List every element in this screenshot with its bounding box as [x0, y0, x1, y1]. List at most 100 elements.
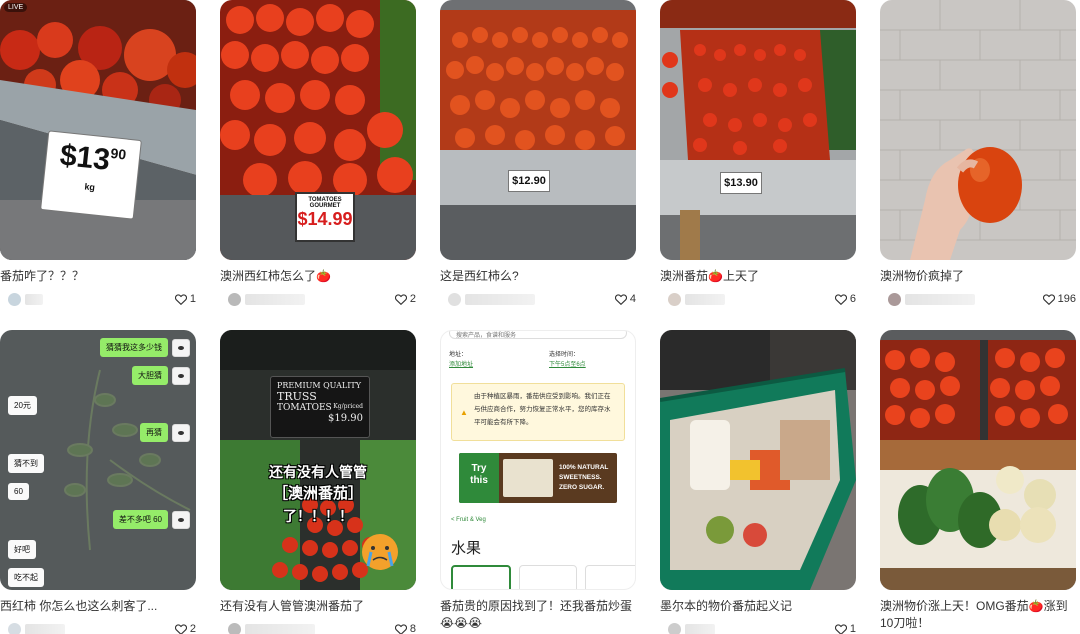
author[interactable] — [228, 622, 315, 634]
avatar[interactable] — [448, 292, 461, 306]
post-title[interactable]: 还有没有人管管澳洲番茄了 — [220, 598, 416, 615]
post-image[interactable] — [880, 0, 1076, 260]
post-title[interactable]: 澳洲西红柿怎么了🍅 — [220, 268, 416, 285]
post-meta: 2 — [228, 291, 416, 307]
avatar[interactable] — [888, 292, 901, 306]
heart-icon — [834, 293, 847, 305]
post-meta: 4 — [448, 291, 636, 307]
username-blur[interactable] — [25, 623, 65, 634]
avatar — [172, 510, 190, 529]
product-tile — [519, 565, 577, 589]
post-title[interactable]: 墨尔本的物价番茄起义记 — [660, 598, 856, 615]
author[interactable] — [448, 292, 535, 306]
product-tile — [451, 565, 511, 589]
chat-message: 大胆猜 — [132, 366, 190, 385]
heart-icon — [394, 623, 407, 634]
heart-icon — [174, 623, 187, 634]
author[interactable] — [8, 622, 65, 634]
author[interactable] — [668, 622, 715, 634]
like-button[interactable]: 2 — [394, 293, 416, 305]
author[interactable] — [8, 292, 43, 306]
post-image[interactable]: LIVE $1390 kg — [0, 0, 196, 260]
username-blur[interactable] — [685, 623, 715, 634]
chat-message: 20元 — [8, 396, 37, 415]
post-image[interactable] — [880, 330, 1076, 590]
like-button[interactable]: 2 — [174, 623, 196, 634]
avatar[interactable] — [228, 622, 241, 634]
avatar[interactable] — [8, 622, 21, 634]
post-title[interactable]: 番茄贵的原因找到了！还我番茄炒蛋😭😭😭 — [440, 598, 636, 632]
live-badge: LIVE — [4, 3, 28, 12]
like-button[interactable]: 1 — [834, 623, 856, 634]
heart-icon — [174, 293, 187, 305]
post-image[interactable]: $13.90 — [660, 0, 856, 260]
post-image[interactable]: TOMATOES GOURMET $14.99 — [220, 0, 416, 260]
username-blur[interactable] — [245, 293, 305, 305]
price-board: PREMIUM QUALITY TRUSS TOMATOES Kg/priced… — [270, 376, 370, 438]
heart-icon — [1042, 293, 1055, 305]
like-button[interactable]: 8 — [394, 623, 416, 634]
username-blur[interactable] — [905, 293, 975, 305]
author[interactable] — [668, 292, 725, 306]
chat-message: 60 — [8, 483, 29, 500]
like-button[interactable]: 6 — [834, 293, 856, 305]
username-blur[interactable] — [245, 623, 315, 634]
post-image[interactable]: 猜猜我这多少钱 大胆猜 20元 再猜 猜不到 60 差不多吧 60 好吧 吃不起 — [0, 330, 196, 590]
avatar — [172, 338, 190, 357]
chat-message: 猜不到 — [8, 454, 44, 473]
price-tag: $13.90 — [720, 172, 762, 194]
breadcrumb: < Fruit & Veg — [451, 517, 486, 523]
avatar[interactable] — [8, 292, 21, 306]
like-count: 196 — [1057, 293, 1076, 305]
like-count: 2 — [189, 623, 196, 634]
post-title[interactable]: 澳洲番茄🍅上天了 — [660, 268, 856, 285]
avatar[interactable] — [668, 292, 681, 306]
username-blur[interactable] — [685, 293, 725, 305]
post-title[interactable]: 西红柿 你怎么也这么刺客了... — [0, 598, 196, 615]
post-title[interactable]: 这是西红柿么? — [440, 268, 636, 285]
chat-message: 再猜 — [140, 423, 190, 442]
post-card[interactable]: TOMATOES GOURMET $14.99 澳洲西红柿怎么了🍅 2 — [220, 0, 416, 306]
post-card[interactable]: 墨尔本的物价番茄起义记 1 — [660, 330, 856, 634]
like-button[interactable]: 196 — [1042, 293, 1076, 305]
username-blur[interactable] — [465, 293, 535, 305]
post-card[interactable]: $12.90 这是西红柿么? 4 — [440, 0, 636, 306]
chat-message: 好吧 — [8, 540, 36, 559]
time-link: 下午5点至6点 — [549, 362, 586, 368]
avatar[interactable] — [228, 292, 241, 306]
time-label: 选择时间： — [549, 352, 580, 358]
post-title[interactable]: 番茄咋了？？？ — [0, 268, 196, 285]
post-card[interactable]: PREMIUM QUALITY TRUSS TOMATOES Kg/priced… — [220, 330, 416, 634]
ad-banner: Try this 100% NATURAL SWEETNESS. ZERO SUG… — [459, 453, 617, 503]
author[interactable] — [228, 292, 305, 306]
post-card[interactable]: $13.90 澳洲番茄🍅上天了 6 — [660, 0, 856, 306]
feed-grid: LIVE $1390 kg 番茄咋了？？？ 1 TOMATOES GOURMET… — [0, 0, 1080, 634]
post-card[interactable]: 猜猜我这多少钱 大胆猜 20元 再猜 猜不到 60 差不多吧 60 好吧 吃不起… — [0, 330, 196, 634]
post-meta: 8 — [228, 621, 416, 634]
price-tag: $1390 kg — [40, 130, 142, 220]
author[interactable] — [888, 292, 975, 306]
post-image[interactable]: 搜索产品，食谱和服务 地址： 添加地址 选择时间： 下午5点至6点 ▲ 由于种植… — [440, 330, 636, 590]
like-count: 8 — [409, 623, 416, 634]
overlay-caption: 还有没有人管管 ［澳洲番茄］ 了！！！！ — [269, 464, 367, 524]
post-card[interactable]: 澳洲物价涨上天！OMG番茄🍅涨到10刀啦！ — [880, 330, 1076, 632]
like-count: 2 — [409, 293, 416, 305]
post-image[interactable]: $12.90 — [440, 0, 636, 260]
search-bar: 搜索产品，食谱和服务 — [449, 331, 627, 339]
heart-icon — [834, 623, 847, 634]
like-count: 1 — [849, 623, 856, 634]
post-title[interactable]: 澳洲物价涨上天！OMG番茄🍅涨到10刀啦！ — [880, 598, 1076, 632]
post-card[interactable]: 搜索产品，食谱和服务 地址： 添加地址 选择时间： 下午5点至6点 ▲ 由于种植… — [440, 330, 636, 632]
like-button[interactable]: 4 — [614, 293, 636, 305]
pickup-link: 添加地址 — [449, 362, 474, 368]
post-image[interactable]: PREMIUM QUALITY TRUSS TOMATOES Kg/priced… — [220, 330, 416, 590]
avatar[interactable] — [668, 622, 681, 634]
post-card[interactable]: 澳洲物价疯掉了 196 — [880, 0, 1076, 306]
post-card[interactable]: LIVE $1390 kg 番茄咋了？？？ 1 — [0, 0, 196, 306]
section-title: 水果 — [451, 540, 482, 557]
post-title[interactable]: 澳洲物价疯掉了 — [880, 268, 1076, 285]
like-count: 4 — [629, 293, 636, 305]
post-image[interactable] — [660, 330, 856, 590]
like-button[interactable]: 1 — [174, 293, 196, 305]
username-blur[interactable] — [25, 293, 43, 305]
